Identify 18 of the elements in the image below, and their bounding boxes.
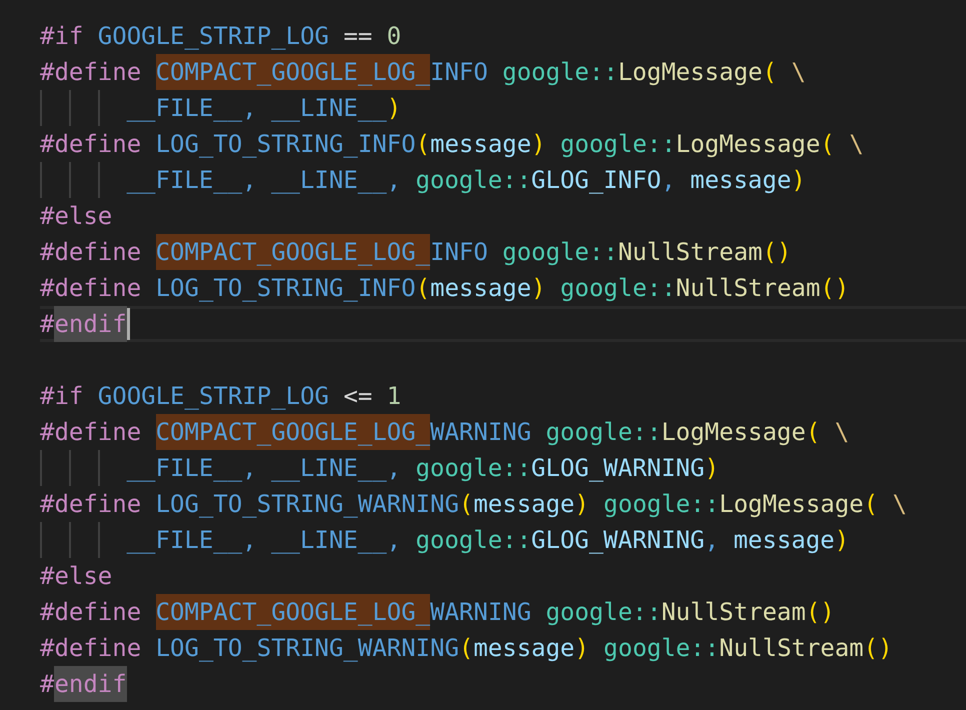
- code-line: __FILE__, __LINE__, google::GLOG_WARNING): [40, 450, 966, 486]
- code-line: #define LOG_TO_STRING_INFO(message) google::NullStream(): [40, 273, 850, 304]
- code-line: __FILE__, __LINE__): [40, 90, 966, 126]
- code-line: #define COMPACT_GOOGLE_LOG_WARNING google::NullStream(): [40, 594, 966, 630]
- code-line: #define LOG_TO_STRING_WARNING(message) google::LogMessage( \: [40, 489, 908, 520]
- code-line: __FILE__, __LINE__, google::GLOG_WARNING, message): [40, 522, 966, 558]
- code-line: #else: [40, 561, 114, 592]
- code-line: #define LOG_TO_STRING_WARNING(message) google::NullStream(): [40, 633, 894, 664]
- code-line: #define COMPACT_GOOGLE_LOG_WARNING google::LogMessage( \: [40, 414, 966, 450]
- code-line: #define LOG_TO_STRING_INFO(message) google::LogMessage( \: [40, 129, 865, 160]
- code-line: #if GOOGLE_STRIP_LOG == 0: [40, 21, 402, 52]
- code-line: #else: [40, 201, 114, 232]
- code-line: #if GOOGLE_STRIP_LOG <= 1: [40, 381, 402, 412]
- code-line: #endif: [40, 666, 966, 702]
- code-line: #endif: [40, 306, 966, 342]
- code-line: #define COMPACT_GOOGLE_LOG_INFO google::NullStream(): [40, 234, 966, 270]
- code-line: #define COMPACT_GOOGLE_LOG_INFO google::LogMessage( \: [40, 54, 966, 90]
- code-line: __FILE__, __LINE__, google::GLOG_INFO, message): [40, 162, 966, 198]
